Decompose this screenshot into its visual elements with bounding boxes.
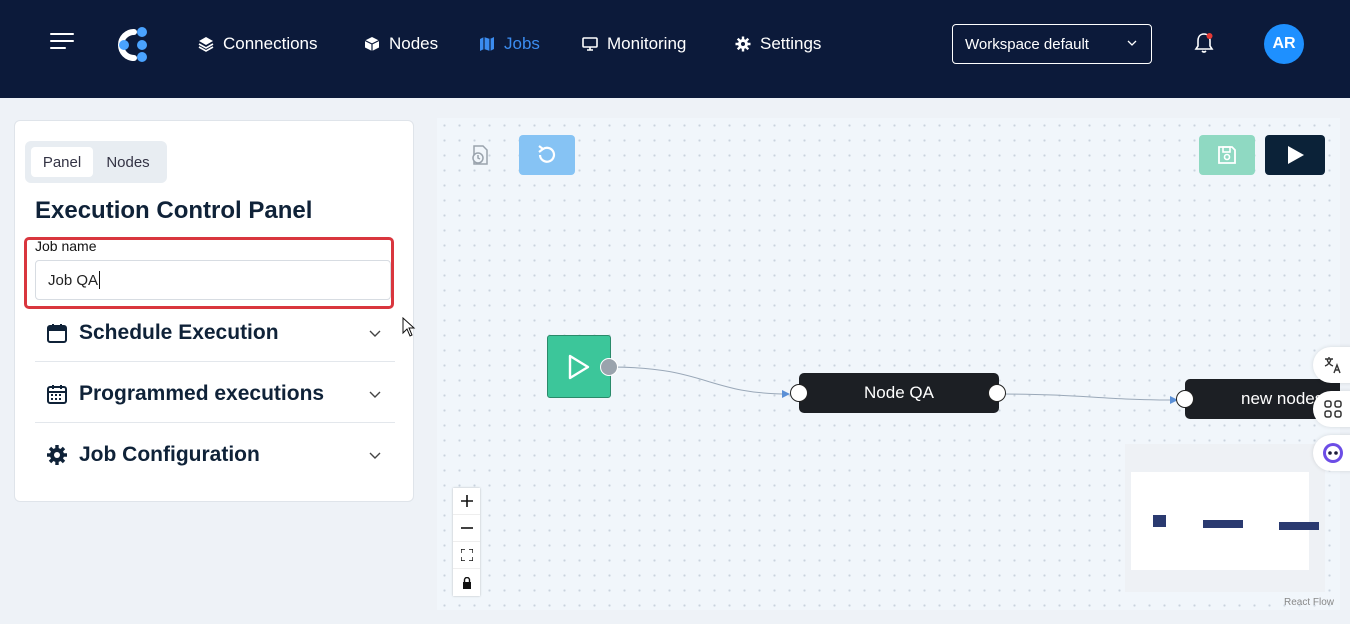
node-input-handle[interactable] bbox=[790, 384, 808, 402]
user-avatar[interactable]: AR bbox=[1264, 24, 1304, 64]
job-name-input[interactable] bbox=[35, 260, 391, 300]
translate-button[interactable] bbox=[1313, 347, 1350, 383]
calendar-grid-icon bbox=[47, 385, 67, 404]
fullscreen-icon bbox=[460, 549, 473, 561]
flow-canvas[interactable]: Node QA new nodes React Flow bbox=[437, 118, 1340, 610]
apps-icon bbox=[1324, 400, 1342, 418]
zoom-controls bbox=[453, 488, 480, 596]
chevron-down-icon bbox=[369, 452, 381, 459]
play-outline-icon bbox=[568, 354, 590, 380]
accordion-schedule-execution[interactable]: Schedule Execution bbox=[35, 304, 395, 362]
nav-monitoring[interactable]: Monitoring bbox=[582, 30, 686, 58]
app-logo[interactable] bbox=[112, 24, 152, 64]
minimap[interactable] bbox=[1125, 444, 1325, 592]
text-caret bbox=[99, 271, 100, 289]
nav-label: Monitoring bbox=[607, 34, 687, 53]
gear-icon bbox=[47, 445, 67, 465]
tab-panel[interactable]: Panel bbox=[31, 147, 93, 177]
panel-title: Execution Control Panel bbox=[35, 197, 313, 224]
workspace-select[interactable]: Workspace default bbox=[952, 24, 1152, 64]
zoom-in-button[interactable] bbox=[453, 488, 480, 515]
accordion-programmed-executions[interactable]: Programmed executions bbox=[35, 365, 395, 423]
minimap-node bbox=[1279, 522, 1319, 530]
fit-view-button[interactable] bbox=[453, 542, 480, 569]
accordion-label: Schedule Execution bbox=[79, 320, 279, 344]
plus-icon bbox=[460, 495, 473, 507]
nav-settings[interactable]: Settings bbox=[735, 30, 821, 58]
accordion-job-configuration[interactable]: Job Configuration bbox=[35, 426, 395, 484]
nav-label: Nodes bbox=[389, 34, 439, 53]
tab-nodes[interactable]: Nodes bbox=[95, 147, 161, 177]
flow-node[interactable]: Node QA bbox=[799, 373, 999, 413]
nav-jobs[interactable]: Jobs bbox=[479, 30, 540, 58]
assistant-icon bbox=[1323, 443, 1343, 463]
react-flow-attribution[interactable]: React Flow bbox=[1284, 597, 1334, 608]
start-node-handle[interactable] bbox=[600, 358, 618, 376]
chevron-down-icon bbox=[369, 391, 381, 398]
gear-icon bbox=[735, 36, 751, 52]
chevron-down-icon bbox=[1127, 40, 1137, 46]
calendar-icon bbox=[47, 324, 67, 343]
node-input-handle[interactable] bbox=[1176, 390, 1194, 408]
nav-label: Settings bbox=[760, 34, 822, 53]
zoom-out-button[interactable] bbox=[453, 515, 480, 542]
map-icon bbox=[480, 37, 494, 51]
monitor-icon bbox=[582, 37, 598, 51]
minimap-node bbox=[1153, 515, 1166, 527]
panel-tabs: Panel Nodes bbox=[25, 141, 167, 183]
accordion-label: Programmed executions bbox=[79, 381, 325, 405]
job-name-label: Job name bbox=[35, 238, 97, 254]
accordion-label: Job Configuration bbox=[79, 443, 260, 466]
cube-icon bbox=[364, 37, 380, 51]
chevron-down-icon bbox=[369, 330, 381, 337]
node-output-handle[interactable] bbox=[988, 384, 1006, 402]
lock-icon bbox=[462, 576, 471, 589]
nav-connections[interactable]: Connections bbox=[198, 30, 318, 58]
lock-button[interactable] bbox=[453, 569, 480, 596]
mouse-cursor-icon bbox=[402, 317, 416, 337]
hamburger-menu-icon[interactable] bbox=[50, 31, 74, 51]
nav-label: Connections bbox=[223, 34, 318, 53]
translate-icon bbox=[1324, 357, 1341, 374]
execution-control-panel: Panel Nodes Execution Control Panel Job … bbox=[14, 120, 414, 502]
workspace-select-value: Workspace default bbox=[965, 35, 1089, 53]
layers-icon bbox=[198, 37, 214, 52]
nav-nodes[interactable]: Nodes bbox=[364, 30, 438, 58]
minimap-node bbox=[1203, 520, 1243, 528]
notification-bell-icon[interactable] bbox=[1192, 31, 1216, 55]
minus-icon bbox=[460, 527, 473, 529]
nav-label: Jobs bbox=[504, 34, 540, 53]
assistant-button[interactable] bbox=[1313, 435, 1350, 471]
node-label: new nodes bbox=[1241, 389, 1324, 408]
top-navbar: Connections Nodes Jobs Monitoring Settin… bbox=[0, 0, 1350, 98]
node-label: Node QA bbox=[864, 383, 934, 402]
apps-button[interactable] bbox=[1313, 391, 1350, 427]
